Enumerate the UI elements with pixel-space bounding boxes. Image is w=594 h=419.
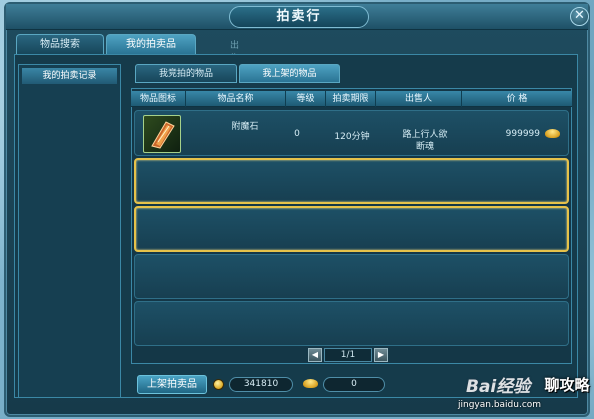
next-page-button[interactable]: ▶ [374,348,388,362]
ingot-balance: 0 [323,377,385,392]
table-row-empty[interactable] [134,254,569,299]
tab-item-search[interactable]: 物品搜索 [16,34,104,54]
prev-page-button[interactable]: ◀ [308,348,322,362]
close-button[interactable]: ✕ [570,7,589,26]
item-duration: 120分钟 [334,132,370,142]
seller-line-1: 路上行人欲 [402,130,448,140]
item-level: 0 [294,129,300,139]
sidebar: 我的拍卖记录 [18,64,121,398]
title-bar: 拍卖行 ✕ [6,4,589,30]
sidebar-item-auction-record[interactable]: 我的拍卖记录 [22,68,117,84]
page-indicator: 1/1 [324,348,372,362]
subtab-my-listings[interactable]: 我上架的物品 [239,64,340,83]
subtab-my-bids[interactable]: 我竞拍的物品 [135,64,237,83]
enchant-stone-icon[interactable] [143,115,181,153]
watermark-site: jingyan.baidu.com [458,400,542,410]
col-header-price: 价 格 [506,94,528,104]
col-header-name: 物品名称 [186,91,286,107]
arrow-right-icon: ▶ [377,350,385,359]
table-row[interactable]: 附魔石 0 120分钟 路上行人欲 断魂 999999 [134,110,569,156]
ingot-icon [303,378,318,389]
seller-line-2: 断魂 [415,142,434,152]
close-icon: ✕ [574,8,585,23]
gold-ingot-icon [545,128,560,139]
table-row-empty[interactable] [134,206,569,252]
coin-icon [213,379,224,390]
table-row-empty[interactable] [134,158,569,204]
corner-watermark: 聊攻略 [544,376,590,394]
table-row-empty[interactable] [134,301,569,346]
item-seller: 路上行人欲 断魂 [385,129,465,153]
list-item-button[interactable]: 上架拍卖品 [137,375,207,394]
window-title: 拍卖行 [229,6,369,28]
baidu-watermark-logo: Bai经验 [466,377,531,397]
table-header: 物品图标 物品名称 等级 拍卖期限 出售人 价 格 [131,91,572,107]
col-header-icon: 物品图标 [131,91,186,107]
col-header-seller: 出售人 [376,91,462,107]
tab-my-auctions[interactable]: 我的拍卖品 [106,34,196,54]
arrow-left-icon: ◀ [311,350,319,359]
col-header-level: 等级 [286,91,326,107]
item-price: 999999 [505,129,540,139]
col-header-duration: 拍卖期限 [326,91,376,107]
coin-balance: 341810 [229,377,293,392]
